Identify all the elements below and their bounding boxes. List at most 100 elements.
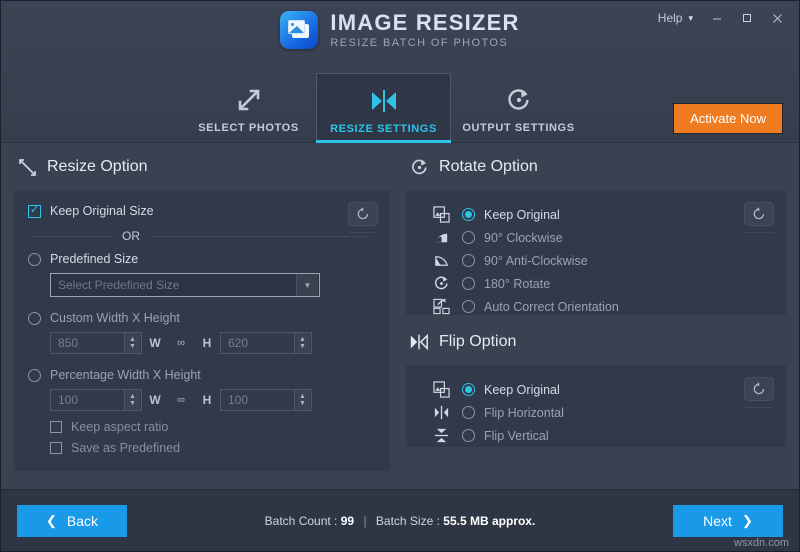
reset-divider <box>744 407 774 408</box>
batch-count-value: 99 <box>340 513 355 528</box>
keep-aspect-ratio-row[interactable]: Keep aspect ratio <box>50 420 376 434</box>
rotate-option-label: Keep Original <box>484 207 560 222</box>
image-resizer-window: Help ▾ IMAGE RESIZER RESIZE BATCH OF PHO… <box>0 0 800 552</box>
batch-size-label: Batch Size : <box>375 513 440 528</box>
rotate-90-ccw-radio[interactable] <box>462 254 476 267</box>
rotate-clockwise-icon <box>409 157 429 177</box>
custom-width-spinner[interactable]: ▲ ▼ <box>124 333 140 353</box>
footer-bar: ❮ Back Batch Count : 99 | Batch Size : 5… <box>1 489 799 551</box>
resize-option-header: Resize Option <box>17 157 391 177</box>
rotate-option-90-anticlockwise[interactable]: 90° Anti-Clockwise <box>420 250 772 271</box>
rotate-option-keep-original[interactable]: Keep Original <box>420 204 772 225</box>
percentage-width-stepper[interactable]: 100 ▲ ▼ <box>50 389 142 411</box>
flip-keep-original-radio[interactable] <box>462 383 476 396</box>
flip-horizontal-radio[interactable] <box>462 406 476 419</box>
percentage-size-radio[interactable] <box>28 368 41 382</box>
custom-size-label: Custom Width X Height <box>50 311 180 325</box>
reset-divider <box>744 232 774 233</box>
rotate-option-90-clockwise[interactable]: 90° Clockwise <box>420 227 772 248</box>
rotate-reset-button[interactable] <box>744 202 774 226</box>
resize-diagonal-icon <box>17 157 37 177</box>
rotate-option-card: Keep Original 90° Clockwise 90° Anti-Clo… <box>405 189 787 316</box>
custom-height-spinner[interactable]: ▲ ▼ <box>294 333 310 353</box>
refresh-circle-icon <box>506 86 532 114</box>
reset-icon <box>753 207 765 220</box>
batch-info: Batch Count : 99 | Batch Size : 55.5 MB … <box>1 514 799 528</box>
watermark: wsxdn.com <box>733 537 789 549</box>
rotate-keep-original-radio[interactable] <box>462 208 476 221</box>
auto-correct-icon <box>420 298 462 315</box>
link-icon: ∞ <box>177 337 185 349</box>
flip-option-label: Keep Original <box>484 382 560 397</box>
rotate-180-icon <box>420 275 462 292</box>
width-label: W <box>149 393 161 407</box>
flip-vertical-radio[interactable] <box>462 429 476 442</box>
height-label: H <box>202 336 212 350</box>
percentage-size-label: Percentage Width X Height <box>50 368 201 382</box>
flip-option-header: Flip Option <box>409 332 787 352</box>
rotate-option-label: 180° Rotate <box>484 276 551 291</box>
percentage-height-value: 100 <box>228 393 249 407</box>
rotate-option-label: Auto Correct Orientation <box>484 299 619 314</box>
resize-column: Resize Option ✓ Keep Original Size OR Pr… <box>13 157 392 489</box>
custom-height-stepper[interactable]: 620 ▲ ▼ <box>220 332 312 354</box>
rotate-180-radio[interactable] <box>462 277 476 290</box>
flip-option-title: Flip Option <box>439 333 517 350</box>
percentage-height-spinner[interactable]: ▲ ▼ <box>294 390 310 410</box>
batch-separator: | <box>363 513 367 528</box>
brand: IMAGE RESIZER RESIZE BATCH OF PHOTOS <box>1 11 799 49</box>
rotate-auto-correct-radio[interactable] <box>462 300 476 313</box>
percentage-height-stepper[interactable]: 100 ▲ ▼ <box>220 389 312 411</box>
custom-size-radio[interactable] <box>28 311 41 325</box>
tab-label: RESIZE SETTINGS <box>330 122 437 135</box>
percentage-width-spinner[interactable]: ▲ ▼ <box>124 390 140 410</box>
activate-now-button[interactable]: Activate Now <box>673 103 783 134</box>
flip-vertical-icon <box>420 427 462 444</box>
flip-reset-button[interactable] <box>744 377 774 401</box>
tab-output-settings[interactable]: OUTPUT SETTINGS <box>451 73 586 143</box>
flip-option-horizontal[interactable]: Flip Horizontal <box>420 402 772 423</box>
link-icon: ∞ <box>177 394 185 406</box>
flip-option-vertical[interactable]: Flip Vertical <box>420 425 772 446</box>
flip-option-label: Flip Vertical <box>484 428 549 443</box>
rotate-option-header: Rotate Option <box>409 157 787 177</box>
custom-size-inputs: 850 ▲ ▼ W ∞ H 620 ▲ ▼ <box>50 332 376 354</box>
chevron-down-icon[interactable]: ▼ <box>296 274 318 296</box>
custom-size-radio-row[interactable]: Custom Width X Height <box>28 311 376 325</box>
rotate-option-auto-correct[interactable]: Auto Correct Orientation <box>420 296 772 317</box>
rotate-90-cw-icon <box>420 229 462 246</box>
batch-size-value: 55.5 MB approx. <box>443 513 536 528</box>
flip-icon <box>409 332 429 352</box>
main-content: Resize Option ✓ Keep Original Size OR Pr… <box>1 143 799 489</box>
reset-icon <box>357 207 369 220</box>
app-subtitle: RESIZE BATCH OF PHOTOS <box>330 37 509 50</box>
percentage-size-radio-row[interactable]: Percentage Width X Height <box>28 368 376 382</box>
tab-resize-settings[interactable]: RESIZE SETTINGS <box>316 73 451 143</box>
check-icon: ✓ <box>29 204 40 216</box>
predefined-size-radio-row[interactable]: Predefined Size <box>28 252 376 266</box>
percentage-size-inputs: 100 ▲ ▼ W ∞ H 100 ▲ ▼ <box>50 389 376 411</box>
tab-select-photos[interactable]: SELECT PHOTOS <box>181 73 316 143</box>
keep-original-icon <box>420 206 462 223</box>
resize-option-title: Resize Option <box>47 158 148 175</box>
predefined-size-select[interactable]: Select Predefined Size ▼ <box>50 273 320 297</box>
or-line-left <box>32 235 112 237</box>
custom-height-value: 620 <box>228 336 249 350</box>
keep-original-size-checkbox[interactable]: ✓ <box>28 204 41 218</box>
width-label: W <box>149 336 161 350</box>
save-as-predefined-row[interactable]: Save as Predefined <box>50 441 376 455</box>
flip-option-keep-original[interactable]: Keep Original <box>420 379 772 400</box>
tab-label: SELECT PHOTOS <box>198 122 299 134</box>
height-label: H <box>202 393 212 407</box>
save-as-predefined-checkbox[interactable] <box>50 442 62 454</box>
keep-original-size-checkbox-row[interactable]: ✓ Keep Original Size <box>28 204 376 218</box>
custom-width-stepper[interactable]: 850 ▲ ▼ <box>50 332 142 354</box>
predefined-size-radio[interactable] <box>28 252 41 266</box>
keep-aspect-ratio-checkbox[interactable] <box>50 421 62 433</box>
resize-hourglass-icon <box>369 87 399 115</box>
rotate-option-label: 90° Clockwise <box>484 230 563 245</box>
tab-label: OUTPUT SETTINGS <box>462 122 575 134</box>
resize-reset-button[interactable] <box>348 202 379 226</box>
rotate-option-180[interactable]: 180° Rotate <box>420 273 772 294</box>
rotate-90-cw-radio[interactable] <box>462 231 476 244</box>
